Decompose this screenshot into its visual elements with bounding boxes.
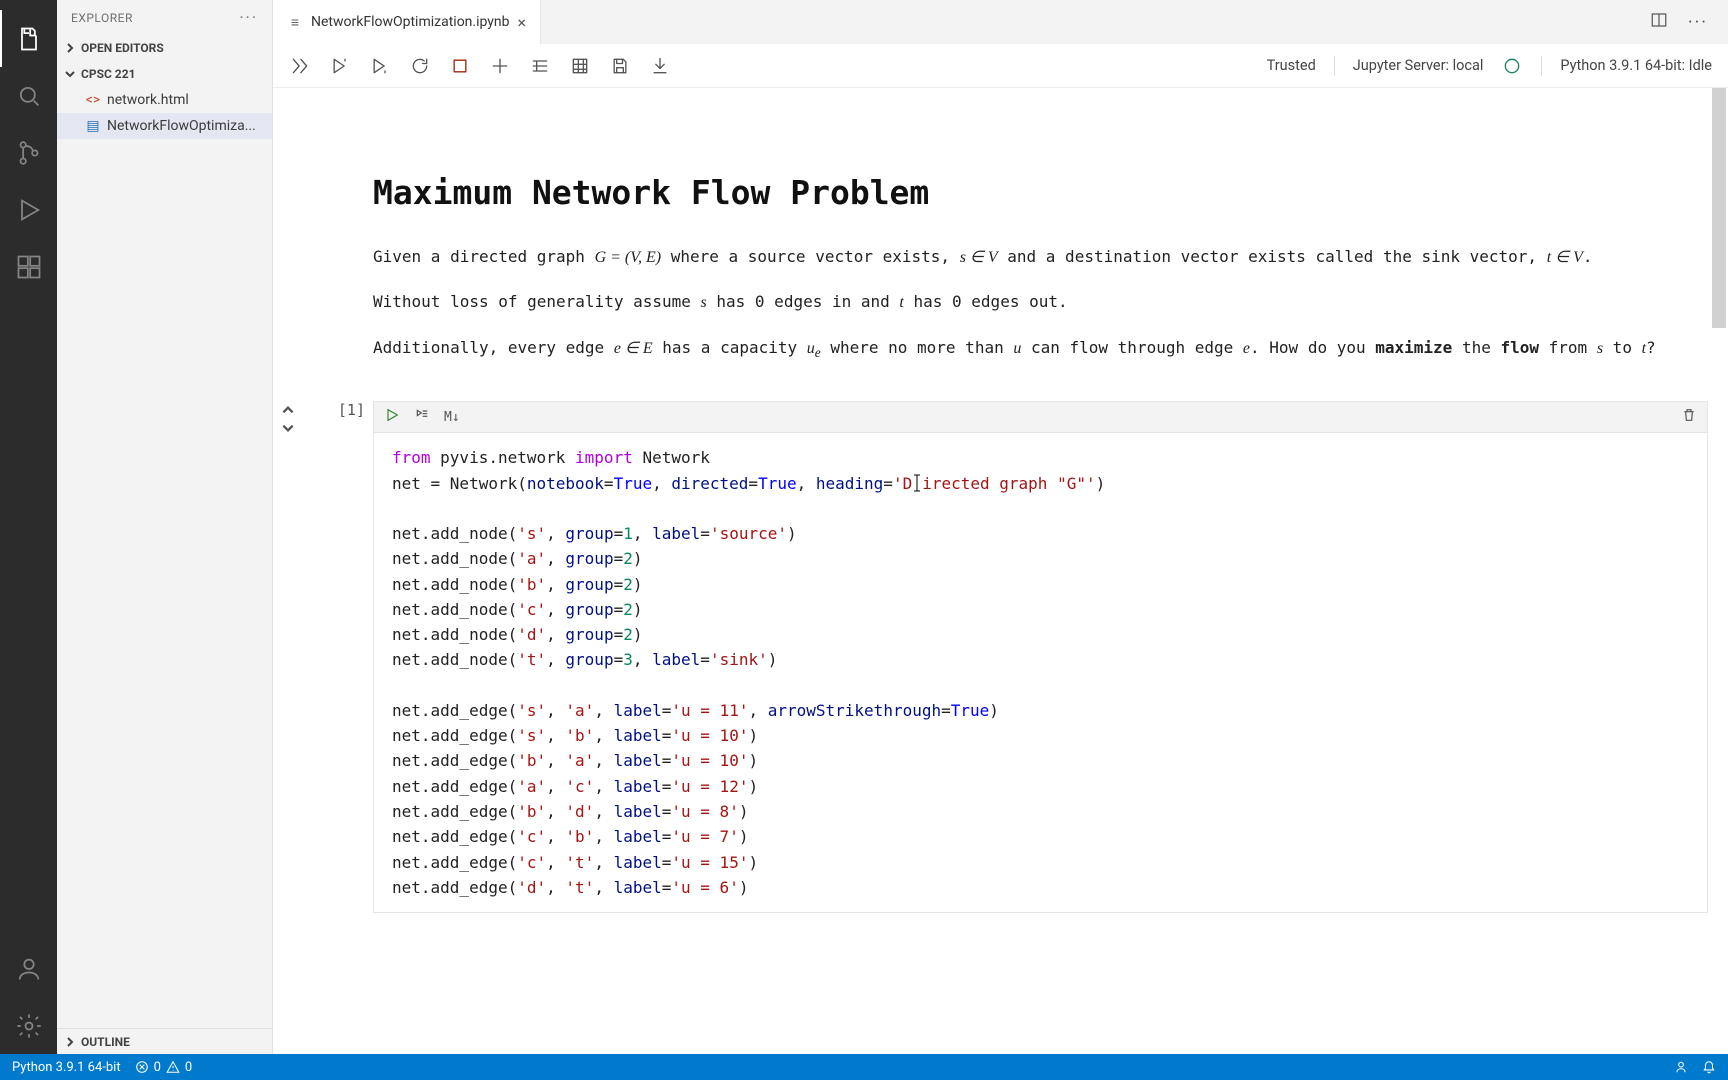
sidebar-title: EXPLORER <box>71 11 133 25</box>
outline-header[interactable]: OUTLINE <box>57 1028 272 1054</box>
code-editor[interactable]: from pyvis.network import Network net = … <box>373 433 1708 913</box>
show-data-viewer-icon[interactable] <box>569 55 591 77</box>
add-cell-icon[interactable] <box>489 55 511 77</box>
chevron-down-icon <box>63 67 77 81</box>
sidebar: EXPLORER ··· OPEN EDITORS CPSC 221 <> ne… <box>57 0 273 1054</box>
markdown-p2: Without loss of generality assume s has … <box>373 287 1708 318</box>
close-icon[interactable]: × <box>518 13 527 32</box>
markdown-p1: Given a directed graph G = (V, E) where … <box>373 242 1708 273</box>
extensions-icon[interactable] <box>0 238 57 295</box>
run-cell-icon[interactable] <box>384 407 400 427</box>
sidebar-more-icon[interactable]: ··· <box>239 8 258 27</box>
delete-cell-icon[interactable] <box>1681 407 1697 427</box>
open-editors-header[interactable]: OPEN EDITORS <box>57 35 272 61</box>
chevron-right-icon <box>63 1035 77 1049</box>
divider <box>1334 56 1335 76</box>
trusted-label[interactable]: Trusted <box>1267 57 1316 74</box>
notebook-file-icon: ≡ <box>287 14 303 30</box>
source-control-icon[interactable] <box>0 124 57 181</box>
split-editor-icon[interactable] <box>1650 11 1668 33</box>
save-icon[interactable] <box>609 55 631 77</box>
search-icon[interactable] <box>0 67 57 124</box>
code-cell[interactable]: [1] M↓ from pyvis.network import Network… <box>373 401 1708 913</box>
file-tree: <> network.html ▤ NetworkFlowOptimiza... <box>57 87 272 139</box>
tab-bar: ≡ NetworkFlowOptimization.ipynb × ··· <box>273 0 1728 44</box>
cell-toolbar: M↓ <box>373 401 1708 433</box>
jupyter-server-label[interactable]: Jupyter Server: local <box>1353 57 1484 74</box>
run-debug-icon[interactable] <box>0 181 57 238</box>
workspace-header[interactable]: CPSC 221 <box>57 61 272 87</box>
account-icon[interactable] <box>0 940 57 997</box>
editor: ≡ NetworkFlowOptimization.ipynb × ··· Tr <box>273 0 1728 1054</box>
markdown-p3: Additionally, every edge e ∈ E has a cap… <box>373 333 1708 366</box>
export-icon[interactable] <box>649 55 671 77</box>
notebook-file-icon: ▤ <box>85 118 101 134</box>
status-bar: Python 3.9.1 64-bit 0 0 <box>0 1054 1728 1080</box>
markdown-h1: Maximum Network Flow Problem <box>373 173 1708 212</box>
notebook-body[interactable]: Maximum Network Flow Problem Given a dir… <box>273 88 1728 1054</box>
sidebar-header: EXPLORER ··· <box>57 0 272 35</box>
restart-kernel-icon[interactable] <box>409 55 431 77</box>
divider <box>1541 56 1542 76</box>
tab-notebook[interactable]: ≡ NetworkFlowOptimization.ipynb × <box>273 0 541 44</box>
show-variables-icon[interactable] <box>529 55 551 77</box>
run-above-icon[interactable] <box>329 55 351 77</box>
run-below-icon[interactable] <box>369 55 391 77</box>
markdown-cell[interactable]: Maximum Network Flow Problem Given a dir… <box>373 173 1708 365</box>
settings-gear-icon[interactable] <box>0 997 57 1054</box>
interrupt-kernel-icon[interactable] <box>449 55 471 77</box>
exec-count: [1] <box>295 401 365 419</box>
text-cursor-icon <box>912 474 922 492</box>
run-by-line-icon[interactable] <box>414 407 430 427</box>
server-status-icon <box>1501 55 1523 77</box>
feedback-icon[interactable] <box>1674 1060 1688 1074</box>
file-item-notebook[interactable]: ▤ NetworkFlowOptimiza... <box>57 113 272 139</box>
html-file-icon: <> <box>85 92 101 108</box>
more-icon[interactable]: ··· <box>1688 12 1708 33</box>
activity-bar <box>0 0 57 1054</box>
notebook-toolbar: Trusted Jupyter Server: local Python 3.9… <box>273 44 1728 88</box>
cell-fold-controls[interactable] <box>281 403 295 435</box>
tab-actions: ··· <box>1630 0 1728 44</box>
explorer-icon[interactable] <box>0 10 57 67</box>
run-all-icon[interactable] <box>289 55 311 77</box>
problems-count[interactable]: 0 0 <box>135 1060 193 1075</box>
kernel-label[interactable]: Python 3.9.1 64-bit: Idle <box>1560 57 1712 74</box>
tab-label: NetworkFlowOptimization.ipynb <box>311 14 510 30</box>
markdown-toggle[interactable]: M↓ <box>444 410 460 425</box>
notifications-icon[interactable] <box>1702 1060 1716 1074</box>
chevron-right-icon <box>63 41 77 55</box>
python-version[interactable]: Python 3.9.1 64-bit <box>12 1060 121 1075</box>
file-item-network-html[interactable]: <> network.html <box>57 87 272 113</box>
